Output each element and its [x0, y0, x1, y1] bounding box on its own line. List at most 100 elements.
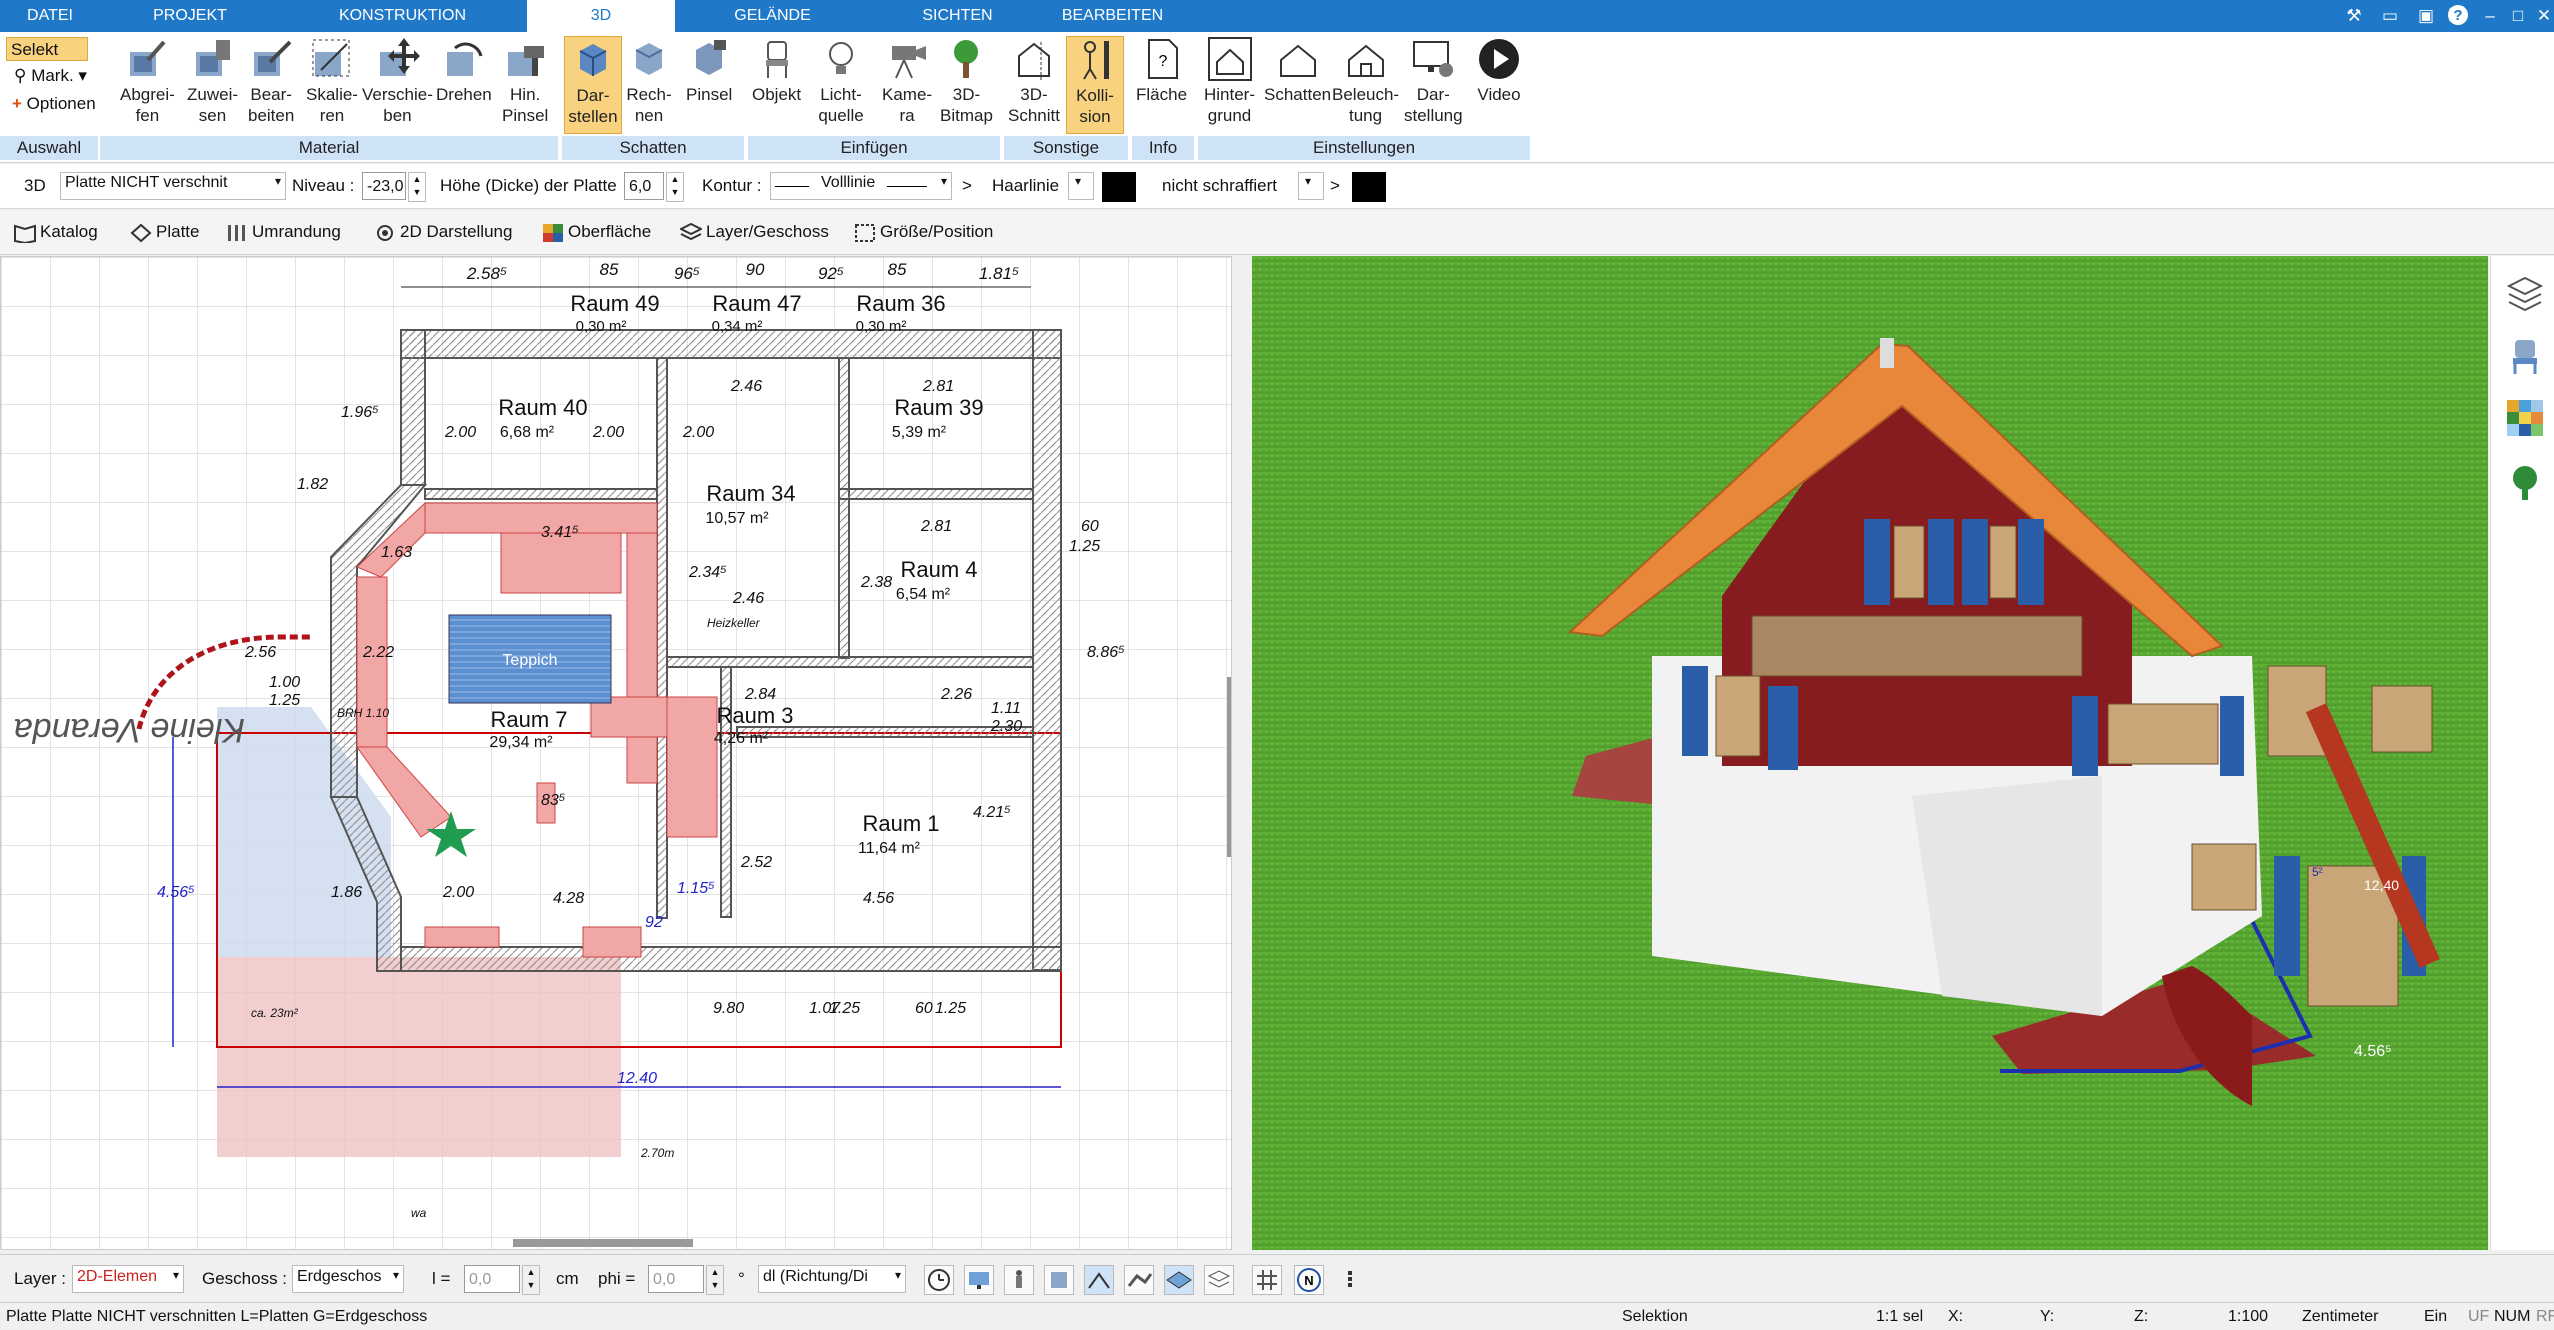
layers-stack-icon[interactable] — [1204, 1265, 1234, 1295]
length-stepper[interactable]: ▲ ▼ — [522, 1265, 540, 1295]
snap-icon[interactable] — [1084, 1265, 1114, 1295]
tab-oberflaeche[interactable]: Oberfläche — [542, 216, 651, 248]
objekt-button[interactable]: Objekt — [752, 36, 801, 105]
geschoss-select[interactable]: Erdgeschos ▾ — [292, 1265, 404, 1293]
3d-view-canvas[interactable]: 4.56⁵ 12,40 5² — [1252, 256, 2488, 1250]
menu-tab-datei[interactable]: DATEI — [0, 0, 100, 32]
horizontal-scrollbar[interactable] — [513, 1239, 693, 1247]
wall-east[interactable] — [1032, 329, 1062, 971]
menu-tab-gelaende[interactable]: GELÄNDE — [680, 0, 865, 32]
tab-layer-geschoss[interactable]: Layer/Geschoss — [680, 216, 829, 248]
layers-icon[interactable] — [2505, 272, 2545, 312]
terrace-slab[interactable] — [217, 957, 621, 1157]
minimize-icon[interactable]: – — [2478, 4, 2502, 28]
hintergrund-button[interactable]: Hinter- grund — [1204, 36, 1255, 126]
mode-label: 3D — [24, 176, 46, 195]
tab-umrandung[interactable]: Umrandung — [226, 216, 341, 248]
haarlinie-dropdown[interactable]: ▾ — [1068, 172, 1094, 200]
layer-select[interactable]: 2D-Elemen ▾ — [72, 1265, 184, 1293]
floor-plan-canvas[interactable]: Teppich Raum 49 0,30 m² Raum 47 0,34 m² … — [0, 256, 1232, 1250]
darstellung-button[interactable]: Dar- stellung — [1404, 36, 1463, 126]
abgreifen-button[interactable]: Abgrei- fen — [120, 36, 175, 126]
niveau-stepper[interactable]: ▲ ▼ — [408, 172, 426, 202]
walk-icon[interactable] — [1004, 1265, 1034, 1295]
tab-groesse-position[interactable]: Größe/Position — [854, 216, 993, 248]
status-message: Platte Platte NICHT verschnitten L=Platt… — [6, 1308, 428, 1325]
3d-schnitt-button[interactable]: 3D- Schnitt — [1008, 36, 1060, 126]
line-color-swatch[interactable] — [1102, 172, 1136, 202]
schraffur-dropdown[interactable]: ▾ — [1298, 172, 1324, 200]
menu-tab-3d[interactable]: 3D — [527, 0, 675, 32]
menu-tab-projekt[interactable]: PROJEKT — [100, 0, 280, 32]
wall-south[interactable] — [400, 946, 1062, 972]
help-icon[interactable]: ? — [2446, 4, 2470, 28]
close-icon[interactable]: ✕ — [2532, 4, 2554, 28]
options-button[interactable]: + Optionen — [12, 94, 96, 114]
lichtquelle-button[interactable]: Licht- quelle — [818, 36, 864, 126]
skalieren-button[interactable]: Skalie- ren — [306, 36, 358, 126]
tab-platte[interactable]: Platte — [130, 216, 199, 248]
kontur-select[interactable]: Volllinie ▾ — [770, 172, 952, 200]
hoehe-input[interactable]: 6,0 — [624, 172, 664, 200]
maximize-icon[interactable]: □ — [2506, 4, 2530, 28]
phi-input[interactable]: 0,0 — [648, 1265, 704, 1293]
wall-inner-6[interactable] — [736, 726, 1034, 738]
bearbeiten-button[interactable]: Bear- beiten — [248, 36, 294, 126]
darstellen-button[interactable]: Dar- stellen — [564, 36, 622, 134]
niveau-input[interactable]: -23,0 — [362, 172, 406, 200]
fill-color-swatch[interactable] — [1352, 172, 1386, 202]
wall-west-upper[interactable] — [400, 329, 426, 486]
grid-icon[interactable] — [1252, 1265, 1282, 1295]
select-button[interactable]: Selekt — [6, 37, 88, 61]
verschieben-button[interactable]: Verschie- ben — [362, 36, 433, 126]
arrow-right-icon[interactable]: > — [962, 164, 972, 208]
video-button[interactable]: Video — [1476, 36, 1522, 105]
wall-inner-5[interactable] — [666, 656, 1034, 668]
clock-icon[interactable] — [924, 1265, 954, 1295]
flaeche-button[interactable]: ? Fläche — [1136, 36, 1187, 105]
wall-inner-2[interactable] — [838, 357, 850, 659]
color-palette-icon[interactable] — [2505, 398, 2545, 438]
zuweisen-button[interactable]: Zuwei- sen — [187, 36, 238, 126]
plane-icon[interactable] — [1164, 1265, 1194, 1295]
dim-label: 1.11 — [991, 700, 1021, 717]
kollision-button[interactable]: Kolli- sion — [1066, 36, 1124, 134]
print-preview-icon[interactable] — [1044, 1265, 1074, 1295]
menu-tab-sichten[interactable]: SICHTEN — [865, 0, 1050, 32]
wall-snap-icon[interactable] — [1124, 1265, 1154, 1295]
wall-inner-1[interactable] — [656, 357, 668, 919]
direction-select[interactable]: dl (Richtung/Di ▾ — [758, 1265, 906, 1293]
3d-scene-svg[interactable]: 4.56⁵ 12,40 5² — [1252, 256, 2488, 1250]
menu-tab-bearbeiten[interactable]: BEARBEITEN — [1050, 0, 1175, 32]
3d-bitmap-button[interactable]: 3D- Bitmap — [940, 36, 993, 126]
floor-plan-svg[interactable]: Teppich Raum 49 0,30 m² Raum 47 0,34 m² … — [1, 257, 1232, 1250]
schatten-pinsel-button[interactable]: Pinsel — [686, 36, 732, 105]
rechnen-button[interactable]: Rech- nen — [626, 36, 672, 126]
menu-tab-konstruktion[interactable]: KONSTRUKTION — [280, 0, 525, 32]
mark-button[interactable]: ⚲ Mark. ▾ — [14, 66, 87, 86]
north-icon[interactable]: N — [1294, 1265, 1324, 1295]
arrow-right-icon[interactable]: > — [1330, 164, 1340, 208]
vertical-scrollbar[interactable] — [1227, 677, 1232, 857]
monitor-icon[interactable] — [964, 1265, 994, 1295]
hoehe-stepper[interactable]: ▲ ▼ — [666, 172, 684, 202]
tree-icon[interactable] — [2505, 462, 2545, 502]
chair-icon[interactable] — [2505, 336, 2545, 376]
more-options-icon[interactable] — [1336, 1265, 1366, 1295]
wall-inner-4[interactable] — [838, 488, 1034, 500]
tab-2d-darstellung[interactable]: 2D Darstellung — [374, 216, 512, 248]
window-icon[interactable]: ▣ — [2414, 4, 2438, 28]
print-icon[interactable]: ▭ — [2378, 4, 2402, 28]
beleuchtung-button[interactable]: Beleuch- tung — [1332, 36, 1399, 126]
tools-icon[interactable]: ⚒ — [2342, 4, 2366, 28]
drehen-button[interactable]: Drehen — [436, 36, 492, 105]
plate-select[interactable]: Platte NICHT verschnit ▾ — [60, 172, 286, 200]
hin-pinsel-button[interactable]: Hin. Pinsel — [502, 36, 548, 126]
kamera-button[interactable]: Kame- ra — [882, 36, 932, 126]
phi-stepper[interactable]: ▲ ▼ — [706, 1265, 724, 1295]
length-input[interactable]: 0,0 — [464, 1265, 520, 1293]
wall-inner-3[interactable] — [424, 488, 658, 500]
tab-katalog[interactable]: Katalog — [14, 216, 98, 248]
section-cut-icon — [1017, 42, 1050, 80]
einst-schatten-button[interactable]: Schatten — [1264, 36, 1331, 105]
